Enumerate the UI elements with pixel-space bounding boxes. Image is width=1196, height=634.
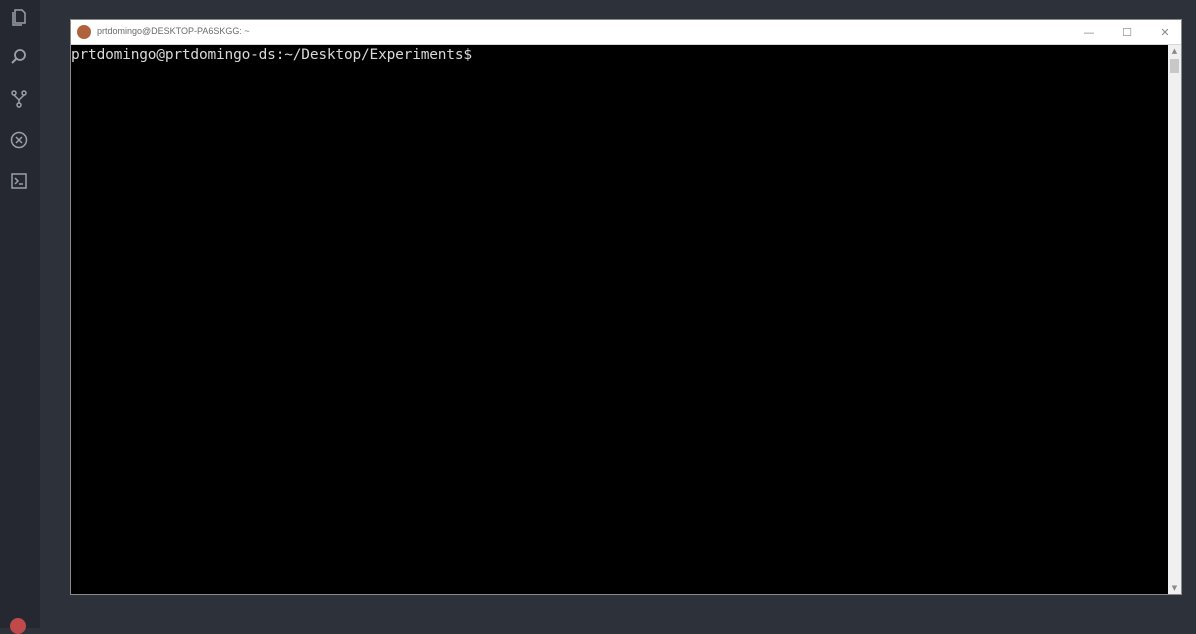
source-control-icon[interactable] xyxy=(6,86,32,112)
terminal-title-bar[interactable]: prtdomingo@DESKTOP-PA6SKGG: ~ — ☐ ✕ xyxy=(71,20,1181,45)
scroll-down-icon[interactable]: ▼ xyxy=(1168,582,1181,594)
terminal-output[interactable]: prtdomingo@prtdomingo-ds:~/Desktop/Exper… xyxy=(71,45,1168,594)
activity-bar xyxy=(0,0,40,634)
files-icon[interactable] xyxy=(6,4,32,30)
scroll-thumb[interactable] xyxy=(1170,59,1179,73)
search-icon[interactable] xyxy=(6,44,32,70)
maximize-button[interactable]: ☐ xyxy=(1107,20,1147,44)
terminal-scrollbar[interactable]: ▲ ▼ xyxy=(1168,45,1181,594)
close-button[interactable]: ✕ xyxy=(1145,20,1185,44)
terminal-prompt: prtdomingo@prtdomingo-ds:~/Desktop/Exper… xyxy=(71,47,472,63)
terminal-window: prtdomingo@DESKTOP-PA6SKGG: ~ — ☐ ✕ prtd… xyxy=(70,19,1182,595)
ubuntu-icon xyxy=(77,25,91,39)
extensions-icon[interactable] xyxy=(6,127,32,153)
scroll-up-icon[interactable]: ▲ xyxy=(1168,45,1181,57)
terminal-title: prtdomingo@DESKTOP-PA6SKGG: ~ xyxy=(97,26,250,36)
terminal-icon[interactable] xyxy=(6,168,32,194)
minimize-button[interactable]: — xyxy=(1069,20,1109,44)
account-icon[interactable] xyxy=(10,618,26,634)
